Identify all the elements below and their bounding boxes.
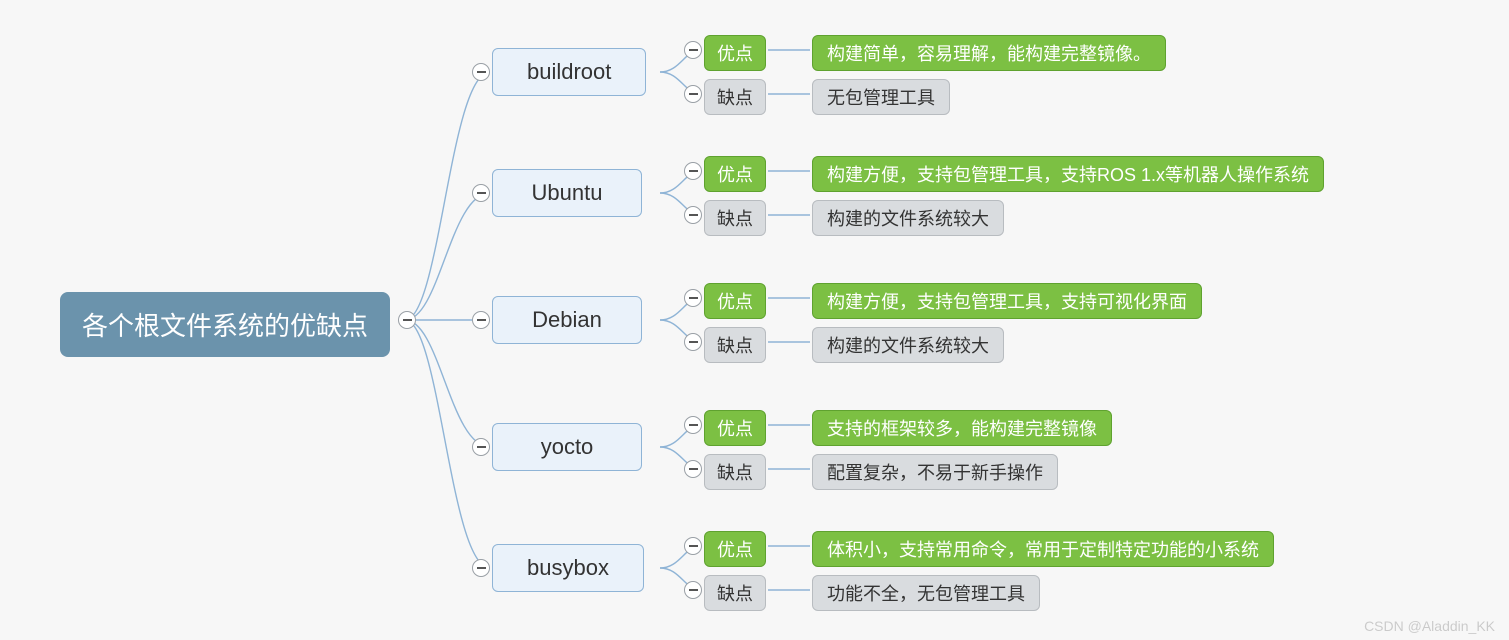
distro-node-busybox[interactable]: busybox [492,544,644,592]
root-node[interactable]: 各个根文件系统的优缺点 [60,292,390,357]
collapse-icon[interactable] [684,162,702,180]
collapse-icon[interactable] [684,289,702,307]
collapse-icon[interactable] [398,311,416,329]
collapse-icon[interactable] [684,85,702,103]
distro-node-buildroot[interactable]: buildroot [492,48,646,96]
distro-node-ubuntu[interactable]: Ubuntu [492,169,642,217]
pro-detail: 支持的框架较多，能构建完整镜像 [812,410,1112,446]
pro-label[interactable]: 优点 [704,531,766,567]
collapse-icon[interactable] [684,206,702,224]
pro-detail: 构建简单，容易理解，能构建完整镜像。 [812,35,1166,71]
pro-label[interactable]: 优点 [704,156,766,192]
con-detail: 配置复杂，不易于新手操作 [812,454,1058,490]
pro-detail: 构建方便，支持包管理工具，支持可视化界面 [812,283,1202,319]
con-label[interactable]: 缺点 [704,454,766,490]
watermark: CSDN @Aladdin_KK [1364,618,1495,634]
collapse-icon[interactable] [684,333,702,351]
collapse-icon[interactable] [684,537,702,555]
pro-label[interactable]: 优点 [704,35,766,71]
con-detail: 无包管理工具 [812,79,950,115]
collapse-icon[interactable] [684,41,702,59]
con-detail: 构建的文件系统较大 [812,200,1004,236]
collapse-icon[interactable] [472,438,490,456]
collapse-icon[interactable] [684,581,702,599]
distro-node-debian[interactable]: Debian [492,296,642,344]
con-label[interactable]: 缺点 [704,79,766,115]
con-label[interactable]: 缺点 [704,327,766,363]
collapse-icon[interactable] [684,416,702,434]
collapse-icon[interactable] [684,460,702,478]
con-label[interactable]: 缺点 [704,200,766,236]
con-detail: 功能不全，无包管理工具 [812,575,1040,611]
collapse-icon[interactable] [472,311,490,329]
pro-label[interactable]: 优点 [704,410,766,446]
collapse-icon[interactable] [472,63,490,81]
con-label[interactable]: 缺点 [704,575,766,611]
pro-detail: 构建方便，支持包管理工具，支持ROS 1.x等机器人操作系统 [812,156,1324,192]
collapse-icon[interactable] [472,559,490,577]
pro-label[interactable]: 优点 [704,283,766,319]
distro-node-yocto[interactable]: yocto [492,423,642,471]
pro-detail: 体积小，支持常用命令，常用于定制特定功能的小系统 [812,531,1274,567]
collapse-icon[interactable] [472,184,490,202]
con-detail: 构建的文件系统较大 [812,327,1004,363]
